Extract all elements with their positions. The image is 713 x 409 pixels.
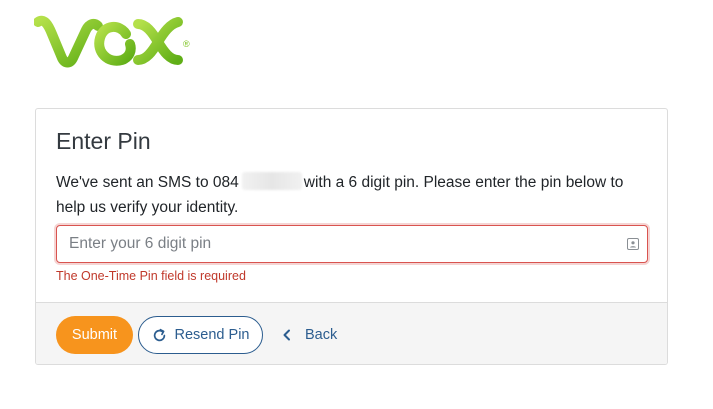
card-footer: Submit Resend Pin Back xyxy=(36,302,667,364)
resend-pin-button[interactable]: Resend Pin xyxy=(138,316,263,354)
pin-input[interactable] xyxy=(57,226,647,262)
chevron-left-icon xyxy=(283,329,290,341)
vox-logo-mark: ® xyxy=(33,15,190,68)
enter-pin-card: Enter Pin We've sent an SMS to 084 with a… xyxy=(35,108,668,365)
card-body: Enter Pin We've sent an SMS to 084 with a… xyxy=(36,109,667,302)
message-start: We've sent an SMS to 084 xyxy=(56,174,239,191)
refresh-icon xyxy=(153,328,165,341)
redacted-phone-number xyxy=(241,172,302,190)
vox-logo: ® xyxy=(33,14,194,70)
sms-message: We've sent an SMS to 084 with a 6 digit p… xyxy=(56,170,656,220)
resend-pin-label: Resend Pin xyxy=(174,327,250,343)
page-title: Enter Pin xyxy=(56,128,151,154)
pin-field xyxy=(56,225,648,263)
registered-mark: ® xyxy=(183,39,190,49)
pin-error-message: The One-Time Pin field is required xyxy=(56,269,246,283)
back-label: Back xyxy=(305,327,338,343)
submit-button[interactable]: Submit xyxy=(56,316,133,354)
autofill-card-icon[interactable] xyxy=(627,238,639,250)
back-link[interactable]: Back xyxy=(282,316,337,354)
